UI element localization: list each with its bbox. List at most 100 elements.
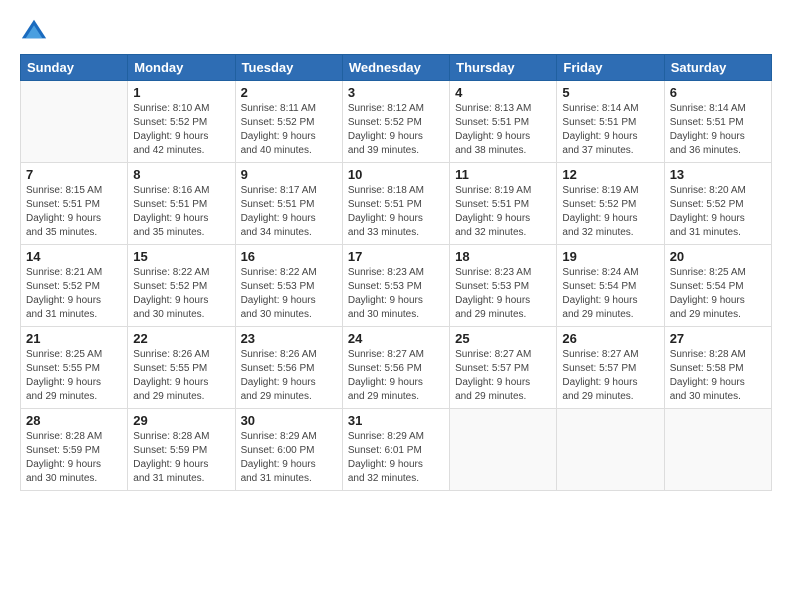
day-number: 14: [26, 249, 122, 264]
calendar-cell: 12 Sunrise: 8:19 AMSunset: 5:52 PMDayligh…: [557, 163, 664, 245]
week-row-2: 7Sunrise: 8:15 AMSunset: 5:51 PMDaylight…: [21, 163, 772, 245]
day-number: 16: [241, 249, 337, 264]
day-number: 3: [348, 85, 444, 100]
calendar-cell: 6 Sunrise: 8:14 AMSunset: 5:51 PMDaylight…: [664, 81, 771, 163]
day-number: 1: [133, 85, 229, 100]
calendar-cell: 11 Sunrise: 8:19 AMSunset: 5:51 PMDayligh…: [450, 163, 557, 245]
day-info: Sunrise: 8:16 AMSunset: 5:51 PMDaylight:…: [133, 184, 229, 240]
calendar-header-row: SundayMondayTuesdayWednesdayThursdayFrid…: [21, 55, 772, 81]
column-header-saturday: Saturday: [664, 55, 771, 81]
day-number: 4: [455, 85, 551, 100]
calendar-cell: 10 Sunrise: 8:18 AMSunset: 5:51 PMDayligh…: [342, 163, 449, 245]
day-number: 27: [670, 331, 766, 346]
calendar-cell: 1Sunrise: 8:10 AMSunset: 5:52 PMDaylight…: [128, 81, 235, 163]
day-number: 30: [241, 413, 337, 428]
column-header-tuesday: Tuesday: [235, 55, 342, 81]
column-header-wednesday: Wednesday: [342, 55, 449, 81]
day-info: Sunrise: 8:23 AMSunset: 5:53 PMDaylight:…: [455, 266, 551, 322]
calendar-cell: 27 Sunrise: 8:28 AMSunset: 5:58 PMDayligh…: [664, 327, 771, 409]
calendar-cell: [21, 81, 128, 163]
day-info: Sunrise: 8:26 AMSunset: 5:56 PMDaylight:…: [241, 348, 337, 404]
day-info: Sunrise: 8:27 AMSunset: 5:57 PMDaylight:…: [562, 348, 658, 404]
day-number: 20: [670, 249, 766, 264]
day-info: Sunrise: 8:21 AMSunset: 5:52 PMDaylight:…: [26, 266, 122, 322]
day-info: Sunrise: 8:28 AMSunset: 5:58 PMDaylight:…: [670, 348, 766, 404]
day-info: Sunrise: 8:14 AMSunset: 5:51 PMDaylight:…: [670, 102, 766, 158]
calendar-table: SundayMondayTuesdayWednesdayThursdayFrid…: [20, 54, 772, 491]
calendar-cell: 29 Sunrise: 8:28 AMSunset: 5:59 PMDayligh…: [128, 409, 235, 491]
calendar-cell: 7Sunrise: 8:15 AMSunset: 5:51 PMDaylight…: [21, 163, 128, 245]
calendar-cell: [450, 409, 557, 491]
day-info: Sunrise: 8:29 AMSunset: 6:01 PMDaylight:…: [348, 430, 444, 486]
calendar-cell: 22 Sunrise: 8:26 AMSunset: 5:55 PMDayligh…: [128, 327, 235, 409]
day-number: 17: [348, 249, 444, 264]
page-container: SundayMondayTuesdayWednesdayThursdayFrid…: [0, 0, 792, 612]
calendar-cell: 26Sunrise: 8:27 AMSunset: 5:57 PMDayligh…: [557, 327, 664, 409]
day-number: 23: [241, 331, 337, 346]
logo: [20, 16, 52, 44]
column-header-monday: Monday: [128, 55, 235, 81]
day-number: 9: [241, 167, 337, 182]
calendar-cell: 21 Sunrise: 8:25 AMSunset: 5:55 PMDayligh…: [21, 327, 128, 409]
day-info: Sunrise: 8:26 AMSunset: 5:55 PMDaylight:…: [133, 348, 229, 404]
day-number: 15: [133, 249, 229, 264]
day-info: Sunrise: 8:25 AMSunset: 5:55 PMDaylight:…: [26, 348, 122, 404]
day-number: 18: [455, 249, 551, 264]
calendar-cell: [664, 409, 771, 491]
calendar-cell: 30 Sunrise: 8:29 AMSunset: 6:00 PMDayligh…: [235, 409, 342, 491]
calendar-cell: 4 Sunrise: 8:13 AMSunset: 5:51 PMDaylight…: [450, 81, 557, 163]
day-info: Sunrise: 8:19 AMSunset: 5:51 PMDaylight:…: [455, 184, 551, 240]
calendar-cell: [557, 409, 664, 491]
calendar-cell: 16 Sunrise: 8:22 AMSunset: 5:53 PMDayligh…: [235, 245, 342, 327]
calendar-cell: 13 Sunrise: 8:20 AMSunset: 5:52 PMDayligh…: [664, 163, 771, 245]
calendar-cell: 15 Sunrise: 8:22 AMSunset: 5:52 PMDayligh…: [128, 245, 235, 327]
day-info: Sunrise: 8:28 AMSunset: 5:59 PMDaylight:…: [133, 430, 229, 486]
column-header-thursday: Thursday: [450, 55, 557, 81]
calendar-cell: 18 Sunrise: 8:23 AMSunset: 5:53 PMDayligh…: [450, 245, 557, 327]
day-number: 8: [133, 167, 229, 182]
day-info: Sunrise: 8:25 AMSunset: 5:54 PMDaylight:…: [670, 266, 766, 322]
day-number: 13: [670, 167, 766, 182]
calendar-cell: 23 Sunrise: 8:26 AMSunset: 5:56 PMDayligh…: [235, 327, 342, 409]
calendar-cell: 8 Sunrise: 8:16 AMSunset: 5:51 PMDaylight…: [128, 163, 235, 245]
day-info: Sunrise: 8:24 AMSunset: 5:54 PMDaylight:…: [562, 266, 658, 322]
day-info: Sunrise: 8:18 AMSunset: 5:51 PMDaylight:…: [348, 184, 444, 240]
calendar-cell: 31 Sunrise: 8:29 AMSunset: 6:01 PMDayligh…: [342, 409, 449, 491]
calendar-cell: 14 Sunrise: 8:21 AMSunset: 5:52 PMDayligh…: [21, 245, 128, 327]
column-header-friday: Friday: [557, 55, 664, 81]
day-number: 31: [348, 413, 444, 428]
day-info: Sunrise: 8:28 AMSunset: 5:59 PMDaylight:…: [26, 430, 122, 486]
day-number: 24: [348, 331, 444, 346]
day-info: Sunrise: 8:19 AMSunset: 5:52 PMDaylight:…: [562, 184, 658, 240]
header: [20, 16, 772, 44]
day-info: Sunrise: 8:12 AMSunset: 5:52 PMDaylight:…: [348, 102, 444, 158]
calendar-cell: 5 Sunrise: 8:14 AMSunset: 5:51 PMDaylight…: [557, 81, 664, 163]
day-info: Sunrise: 8:20 AMSunset: 5:52 PMDaylight:…: [670, 184, 766, 240]
calendar-cell: 2 Sunrise: 8:11 AMSunset: 5:52 PMDaylight…: [235, 81, 342, 163]
day-info: Sunrise: 8:29 AMSunset: 6:00 PMDaylight:…: [241, 430, 337, 486]
calendar-cell: 19 Sunrise: 8:24 AMSunset: 5:54 PMDayligh…: [557, 245, 664, 327]
day-number: 12: [562, 167, 658, 182]
day-number: 22: [133, 331, 229, 346]
day-info: Sunrise: 8:14 AMSunset: 5:51 PMDaylight:…: [562, 102, 658, 158]
calendar-cell: 28Sunrise: 8:28 AMSunset: 5:59 PMDayligh…: [21, 409, 128, 491]
week-row-4: 21 Sunrise: 8:25 AMSunset: 5:55 PMDayligh…: [21, 327, 772, 409]
column-header-sunday: Sunday: [21, 55, 128, 81]
day-info: Sunrise: 8:13 AMSunset: 5:51 PMDaylight:…: [455, 102, 551, 158]
day-info: Sunrise: 8:11 AMSunset: 5:52 PMDaylight:…: [241, 102, 337, 158]
day-number: 11: [455, 167, 551, 182]
day-number: 2: [241, 85, 337, 100]
calendar-cell: 17Sunrise: 8:23 AMSunset: 5:53 PMDayligh…: [342, 245, 449, 327]
day-info: Sunrise: 8:22 AMSunset: 5:53 PMDaylight:…: [241, 266, 337, 322]
day-number: 29: [133, 413, 229, 428]
day-number: 6: [670, 85, 766, 100]
day-info: Sunrise: 8:17 AMSunset: 5:51 PMDaylight:…: [241, 184, 337, 240]
day-info: Sunrise: 8:22 AMSunset: 5:52 PMDaylight:…: [133, 266, 229, 322]
day-number: 10: [348, 167, 444, 182]
day-number: 5: [562, 85, 658, 100]
day-number: 19: [562, 249, 658, 264]
day-number: 21: [26, 331, 122, 346]
logo-icon: [20, 16, 48, 44]
week-row-5: 28Sunrise: 8:28 AMSunset: 5:59 PMDayligh…: [21, 409, 772, 491]
day-number: 25: [455, 331, 551, 346]
